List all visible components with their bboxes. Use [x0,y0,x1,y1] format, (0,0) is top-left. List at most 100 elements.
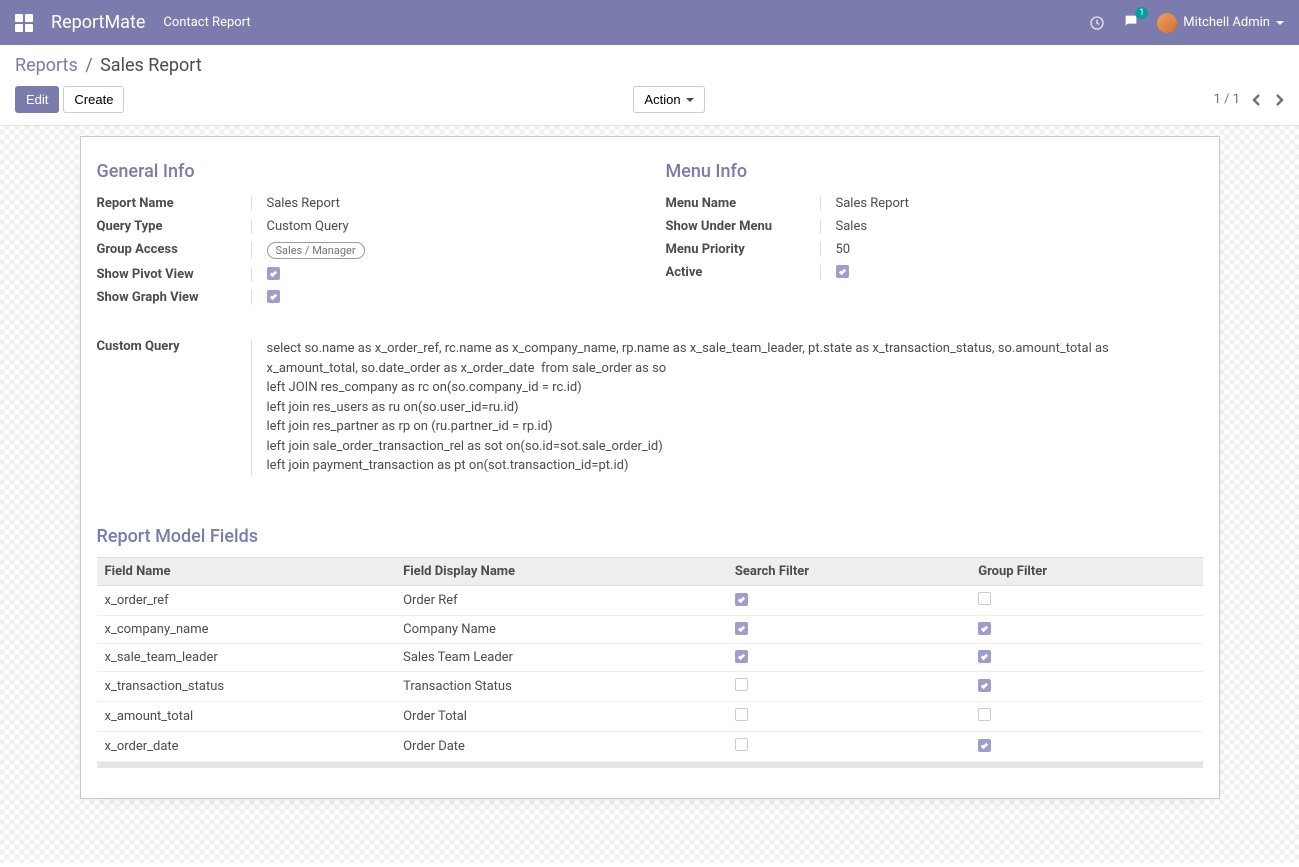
custom-query-block: Custom Query select so.name as x_order_r… [97,339,1203,476]
checkbox-on [978,650,991,663]
chevron-down-icon [686,98,694,102]
checkbox-on [735,650,748,663]
label-show-under: Show Under Menu [666,219,821,234]
cell-group-filter [970,731,1202,761]
avatar [1157,13,1177,33]
col-group-filter[interactable]: Group Filter [970,557,1202,585]
user-name: Mitchell Admin [1183,15,1270,30]
cell-display-name: Order Ref [395,585,727,615]
report-fields-table: Field Name Field Display Name Search Fil… [97,557,1203,762]
breadcrumb-current: Sales Report [100,55,202,76]
value-custom-query: select so.name as x_order_ref, rc.name a… [267,339,1203,476]
cell-search-filter [727,731,970,761]
table-row[interactable]: x_transaction_statusTransaction Status [97,671,1203,701]
nav-contact-report[interactable]: Contact Report [163,15,250,30]
checkbox-show-graph [267,290,280,303]
cell-display-name: Sales Team Leader [395,643,727,671]
tag-group-access[interactable]: Sales / Manager [267,242,365,259]
control-panel: Reports / Sales Report Edit Create Actio… [0,45,1299,126]
cell-group-filter [970,643,1202,671]
col-search-filter[interactable]: Search Filter [727,557,970,585]
col-field-name[interactable]: Field Name [97,557,396,585]
label-custom-query: Custom Query [97,339,252,476]
breadcrumb-parent[interactable]: Reports [15,55,78,76]
col-display-name[interactable]: Field Display Name [395,557,727,585]
cell-field-name: x_company_name [97,615,396,643]
form-background: General Info Report Name Sales Report Qu… [0,126,1299,863]
checkbox-on [978,622,991,635]
table-row[interactable]: x_sale_team_leaderSales Team Leader [97,643,1203,671]
label-show-pivot: Show Pivot View [97,267,252,282]
clock-icon[interactable] [1089,15,1105,31]
cell-display-name: Order Date [395,731,727,761]
cell-display-name: Transaction Status [395,671,727,701]
value-query-type: Custom Query [267,219,634,234]
checkbox-on [735,622,748,635]
value-show-under: Sales [836,219,1203,234]
group-menu-info: Menu Info Menu Name Sales Report Show Un… [666,161,1203,309]
cell-group-filter [970,615,1202,643]
action-button[interactable]: Action [633,86,704,113]
table-footer-bar [97,762,1203,768]
label-report-name: Report Name [97,196,252,211]
value-priority: 50 [836,242,1203,257]
label-group-access: Group Access [97,242,252,259]
create-button[interactable]: Create [63,86,124,113]
checkbox-off [978,592,991,605]
report-fields-title: Report Model Fields [97,526,1203,547]
cell-search-filter [727,643,970,671]
cell-field-name: x_amount_total [97,701,396,731]
checkbox-off [735,678,748,691]
label-active: Active [666,265,821,280]
cell-field-name: x_transaction_status [97,671,396,701]
cell-field-name: x_order_ref [97,585,396,615]
apps-icon[interactable] [15,14,33,32]
value-report-name: Sales Report [267,196,634,211]
checkbox-on [978,739,991,752]
chevron-down-icon [1276,21,1284,25]
label-show-graph: Show Graph View [97,290,252,305]
label-priority: Menu Priority [666,242,821,257]
menu-info-title: Menu Info [666,161,1203,182]
cell-group-filter [970,671,1202,701]
value-menu-name: Sales Report [836,196,1203,211]
table-row[interactable]: x_company_nameCompany Name [97,615,1203,643]
chat-icon[interactable]: 1 [1123,13,1139,33]
cell-search-filter [727,585,970,615]
pager-next-icon[interactable] [1274,93,1284,107]
form-sheet: General Info Report Name Sales Report Qu… [80,136,1220,799]
pager-text[interactable]: 1 / 1 [1214,92,1240,107]
cell-field-name: x_sale_team_leader [97,643,396,671]
checkbox-active [836,265,849,278]
group-general-info: General Info Report Name Sales Report Qu… [97,161,634,309]
breadcrumb: Reports / Sales Report [15,55,1284,76]
cell-field-name: x_order_date [97,731,396,761]
cell-display-name: Order Total [395,701,727,731]
edit-button[interactable]: Edit [15,86,59,113]
cell-display-name: Company Name [395,615,727,643]
pager-prev-icon[interactable] [1252,93,1262,107]
cell-group-filter [970,701,1202,731]
label-query-type: Query Type [97,219,252,234]
action-label: Action [644,92,680,107]
cell-search-filter [727,671,970,701]
table-row[interactable]: x_amount_totalOrder Total [97,701,1203,731]
checkbox-on [978,679,991,692]
table-row[interactable]: x_order_dateOrder Date [97,731,1203,761]
navbar: ReportMate Contact Report 1 Mitchell Adm… [0,0,1299,45]
checkbox-off [735,708,748,721]
cell-search-filter [727,701,970,731]
chat-badge: 1 [1135,7,1148,19]
checkbox-show-pivot [267,267,280,280]
table-row[interactable]: x_order_refOrder Ref [97,585,1203,615]
report-fields-section: Report Model Fields Field Name Field Dis… [97,526,1203,768]
brand-title[interactable]: ReportMate [51,12,145,33]
label-menu-name: Menu Name [666,196,821,211]
checkbox-on [735,593,748,606]
user-menu[interactable]: Mitchell Admin [1157,13,1284,33]
breadcrumb-sep: / [85,55,92,76]
cell-group-filter [970,585,1202,615]
checkbox-off [735,738,748,751]
cell-search-filter [727,615,970,643]
checkbox-off [978,708,991,721]
